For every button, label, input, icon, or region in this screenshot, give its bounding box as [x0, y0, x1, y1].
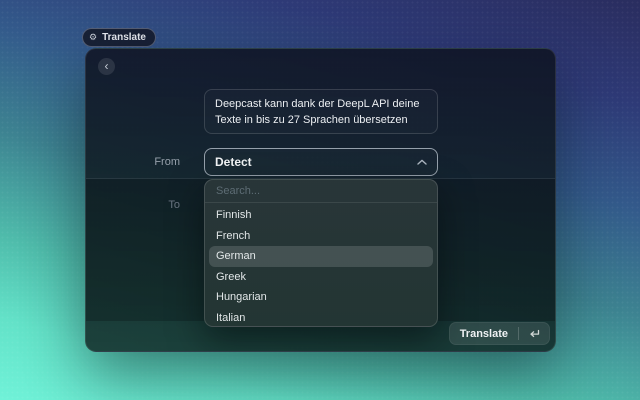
language-dropdown-panel: Finnish French German Greek Hungarian It…: [204, 179, 438, 327]
chevron-left-icon: ‹: [105, 60, 109, 72]
source-text-input[interactable]: Deepcast kann dank der DeepL API deine T…: [204, 89, 438, 134]
badge-label: Translate: [102, 32, 146, 43]
dropdown-item-finnish[interactable]: Finnish: [209, 205, 433, 226]
translate-app-badge[interactable]: ⚙ Translate: [82, 28, 156, 47]
dropdown-item-italian[interactable]: Italian: [209, 308, 433, 328]
to-label: To: [86, 199, 196, 211]
dropdown-item-hungarian[interactable]: Hungarian: [209, 287, 433, 308]
from-select-value: Detect: [215, 155, 252, 169]
translate-button-label: Translate: [450, 328, 518, 340]
dropdown-item-german[interactable]: German: [209, 246, 433, 267]
back-button[interactable]: ‹: [98, 58, 115, 75]
from-label: From: [86, 156, 196, 168]
dropdown-item-french[interactable]: French: [209, 226, 433, 247]
dropdown-search-input[interactable]: [205, 180, 437, 203]
dropdown-item-greek[interactable]: Greek: [209, 267, 433, 288]
chevron-up-icon: [417, 159, 427, 165]
from-language-select[interactable]: Detect: [204, 148, 438, 176]
translate-button[interactable]: Translate: [449, 322, 550, 345]
gear-icon: ⚙: [89, 33, 97, 42]
enter-key-icon: [519, 329, 549, 339]
dropdown-list: Finnish French German Greek Hungarian It…: [205, 203, 437, 327]
translate-window: ‹ Deepcast kann dank der DeepL API deine…: [85, 48, 556, 352]
